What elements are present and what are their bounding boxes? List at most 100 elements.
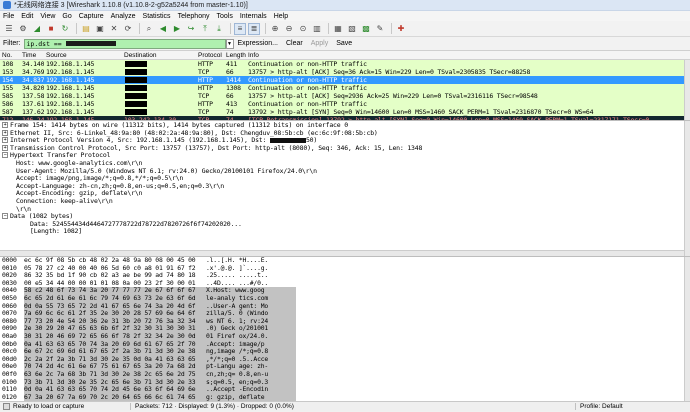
go-last-icon[interactable]: ⤓ — [213, 23, 225, 35]
detail-line[interactable]: Accept-Encoding: gzip, deflate\r\n — [0, 190, 690, 198]
detail-line[interactable]: − Hypertext Transfer Protocol — [0, 152, 690, 160]
expand-icon[interactable]: + — [2, 137, 8, 144]
detail-line[interactable]: Accept-Language: zh-cn,zh;q=0.8,en-us;q=… — [0, 183, 690, 191]
go-first-icon[interactable]: ⤒ — [199, 23, 211, 35]
detail-line[interactable]: Host: www.google-analytics.com\r\n — [0, 160, 690, 168]
col-length[interactable]: Length — [224, 52, 246, 59]
col-time[interactable]: Time — [20, 52, 44, 59]
packet-row[interactable]: 108 34.1409830192.168.1.145 HTTP 411 Continu… — [0, 60, 690, 68]
start-capture-icon[interactable]: ◢ — [31, 23, 43, 35]
packet-length: 66 — [226, 92, 234, 100]
packet-time: 34.7696670 — [22, 68, 44, 76]
menu-view[interactable]: View — [40, 13, 55, 20]
details-horizontal-scrollbar[interactable] — [0, 250, 684, 256]
detail-line[interactable]: + Frame 154: 1414 bytes on wire (11312 bi… — [0, 122, 690, 130]
packet-row[interactable]: 153 34.7696670192.168.1.145 TCP 66 13757 > h… — [0, 68, 690, 76]
packet-list-scrollbar[interactable] — [684, 60, 690, 120]
menu-statistics[interactable]: Statistics — [143, 13, 171, 20]
expand-icon[interactable]: + — [2, 144, 8, 151]
menu-edit[interactable]: Edit — [21, 13, 33, 20]
auto-scroll-icon[interactable]: ≣ — [248, 22, 260, 35]
zoom-normal-icon[interactable]: ⊙ — [297, 23, 309, 35]
display-filter-input[interactable]: ip.dst == — [23, 38, 226, 49]
interface-list-icon[interactable]: ☰ — [3, 23, 15, 35]
expand-icon[interactable]: + — [2, 122, 8, 128]
detail-line[interactable]: User-Agent: Mozilla/5.0 (Windows NT 6.1;… — [0, 168, 690, 176]
save-filter-button[interactable]: Save — [336, 40, 352, 47]
col-protocol[interactable]: Protocol — [196, 52, 224, 59]
open-file-icon[interactable]: ▤ — [80, 23, 92, 35]
menu-file[interactable]: File — [3, 13, 14, 20]
menu-go[interactable]: Go — [62, 13, 71, 20]
expand-icon[interactable]: + — [2, 129, 8, 136]
close-file-icon[interactable]: ✕ — [108, 23, 120, 35]
bytes-scrollbar[interactable] — [684, 257, 690, 401]
col-destination[interactable]: Destination — [122, 52, 196, 59]
capture-options-icon[interactable]: ⚙ — [17, 23, 29, 35]
col-info[interactable]: Info — [246, 52, 690, 59]
wireshark-logo-icon — [3, 1, 11, 9]
coloring-rules-icon[interactable]: ▩ — [360, 23, 372, 35]
detail-line[interactable]: \r\n — [0, 206, 690, 214]
filter-dropdown-icon[interactable]: ▼ — [225, 38, 234, 49]
expert-info-icon[interactable] — [3, 403, 10, 410]
detail-line[interactable]: − Data (1082 bytes) — [0, 213, 690, 221]
resize-columns-icon[interactable]: ▥ — [311, 23, 323, 35]
packet-no: 585 — [2, 92, 14, 100]
packet-destination — [122, 84, 196, 92]
expression-button[interactable]: Expression... — [238, 40, 278, 47]
packet-time: 137.6287890 — [22, 108, 44, 116]
details-vertical-scrollbar[interactable] — [684, 121, 690, 256]
save-file-icon[interactable]: ▣ — [94, 23, 106, 35]
col-source[interactable]: Source — [44, 52, 122, 59]
collapse-icon[interactable]: − — [2, 213, 8, 220]
packet-bytes: 0000 ec 6c 9f 08 5b cb 48 02 2a 48 9a 80 … — [0, 257, 690, 401]
go-forward-icon[interactable]: ▶ — [171, 23, 183, 35]
menu-help[interactable]: Help — [274, 13, 288, 20]
colorize-icon[interactable]: ≡ — [234, 22, 246, 35]
find-packet-icon[interactable]: ⌕ — [143, 23, 155, 35]
packet-row[interactable]: 587 137.6287890192.168.1.145 TCP 74 13792 > … — [0, 108, 690, 116]
restart-capture-icon[interactable]: ↻ — [59, 23, 71, 35]
col-no[interactable]: No. — [0, 52, 20, 59]
redacted-address — [125, 109, 147, 115]
redacted-address — [65, 41, 116, 46]
wireshark-window: *无线网络连接 3 [Wireshark 1.10.8 (v1.10.8-2-g… — [0, 0, 690, 412]
detail-text: Data: 524554434d4464727778722d78722d7820… — [30, 220, 242, 228]
packet-protocol: TCP — [198, 92, 210, 100]
status-ready: Ready to load or capture — [13, 403, 131, 410]
go-to-packet-icon[interactable]: ↪ — [185, 23, 197, 35]
menu-internals[interactable]: Internals — [240, 13, 267, 20]
menu-analyze[interactable]: Analyze — [111, 13, 136, 20]
packet-row[interactable]: 154 34.8377420192.168.1.145 HTTP 1414 Contin… — [0, 76, 690, 84]
packet-source: 192.168.1.145 — [46, 76, 95, 84]
detail-line[interactable]: + Internet Protocol Version 4, Src: 192.1… — [0, 137, 690, 145]
detail-line[interactable]: Data: 524554434d4464727778722d78722d7820… — [0, 221, 690, 229]
status-profile[interactable]: Profile: Default — [576, 403, 690, 410]
reload-icon[interactable]: ⟳ — [122, 23, 134, 35]
capture-filters-icon[interactable]: ▦ — [332, 23, 344, 35]
packet-row[interactable]: 155 34.8201260192.168.1.145 HTTP 1308 Contin… — [0, 84, 690, 92]
packet-row[interactable]: 586 137.6190780192.168.1.145 HTTP 413 Contin… — [0, 100, 690, 108]
help-icon[interactable]: ✚ — [395, 23, 407, 35]
detail-line[interactable]: Accept: image/png,image/*;q=0.8,*/*;q=0.… — [0, 175, 690, 183]
display-filters-icon[interactable]: ▧ — [346, 23, 358, 35]
stop-capture-icon[interactable]: ■ — [45, 23, 57, 35]
detail-line[interactable]: + Transmission Control Protocol, Src Port… — [0, 144, 690, 153]
zoom-in-icon[interactable]: ⊕ — [269, 23, 281, 35]
preferences-icon[interactable]: ✎ — [374, 23, 386, 35]
detail-line[interactable]: + Ethernet II, Src: 6-Linkel_48:9a:80 (48… — [0, 129, 690, 138]
zoom-out-icon[interactable]: ⊖ — [283, 23, 295, 35]
go-back-icon[interactable]: ◀ — [157, 23, 169, 35]
menu-tools[interactable]: Tools — [216, 13, 232, 20]
collapse-icon[interactable]: − — [2, 152, 8, 159]
packet-info: 13792 > http-alt [SYN] Seq=0 Win=14600 L… — [248, 108, 594, 116]
detail-line[interactable]: Connection: keep-alive\r\n — [0, 198, 690, 206]
detail-line[interactable]: [Length: 1082] — [0, 228, 690, 236]
menu-capture[interactable]: Capture — [79, 13, 104, 20]
toolbar-separator — [265, 23, 266, 34]
packet-row[interactable]: 585 137.5821230192.168.1.145 TCP 66 13757 > … — [0, 92, 690, 100]
apply-button[interactable]: Apply — [311, 40, 329, 47]
clear-button[interactable]: Clear — [286, 40, 303, 47]
menu-telephony[interactable]: Telephony — [178, 13, 210, 20]
